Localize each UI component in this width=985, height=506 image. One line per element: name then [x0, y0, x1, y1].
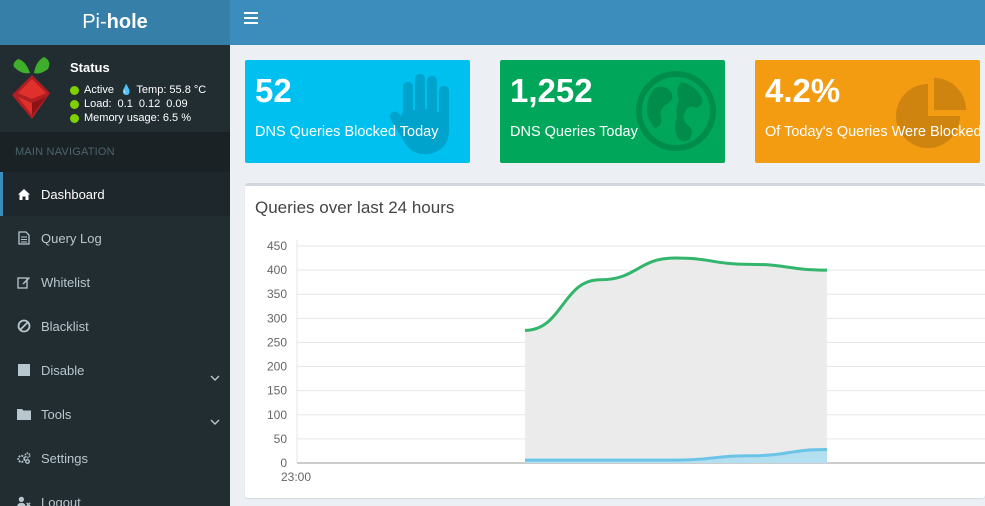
series-area-1 — [525, 258, 827, 463]
nav-item-logout[interactable]: Logout — [0, 480, 230, 506]
chevron-down-icon[interactable] — [210, 374, 220, 382]
temp-text: Temp: 55.8 °C — [136, 84, 207, 96]
queries-over-time-chart: 0 50 100 150 200 250 300 350 400 450 23:00 — [267, 239, 985, 484]
memory-indicator-icon — [70, 113, 79, 123]
blocked-count: 52 — [255, 72, 292, 109]
nav-item-label: Tools — [41, 406, 72, 422]
load-value-3: 0.09 — [166, 98, 188, 110]
nav-item-dashboard[interactable]: Dashboard — [0, 172, 230, 216]
load-value-1: 0.1 — [117, 98, 133, 110]
y-tick-label: 450 — [267, 239, 287, 253]
temp-drop-icon: 💧 — [119, 84, 133, 96]
blocked-queries-box: 52 DNS Queries Blocked Today — [245, 60, 470, 163]
gears-icon — [17, 451, 31, 465]
nav-item-label: Query Log — [41, 230, 102, 246]
chart-title: Queries over last 24 hours — [255, 198, 455, 217]
logo-bold: hole — [106, 11, 148, 33]
folder-icon — [17, 407, 31, 421]
file-icon — [17, 231, 31, 245]
chevron-down-icon[interactable] — [210, 418, 220, 426]
total-queries-count: 1,252 — [510, 72, 593, 109]
globe-icon — [636, 71, 716, 151]
pihole-logo-text[interactable]: Pi-hole — [0, 0, 230, 45]
y-tick-label: 400 — [267, 263, 287, 277]
status-panel: Status Active 💧 Temp: 55.8 °C Load: 0.1 … — [0, 45, 230, 132]
active-text: Active — [84, 84, 114, 96]
y-tick-label: 350 — [267, 287, 287, 301]
nav-item-label: Dashboard — [41, 186, 105, 202]
nav-item-label: Disable — [41, 362, 85, 378]
y-tick-label: 200 — [267, 360, 287, 374]
total-queries-box: 1,252 DNS Queries Today — [500, 60, 725, 163]
sidebar: Status Active 💧 Temp: 55.8 °C Load: 0.1 … — [0, 45, 230, 506]
raspberry-logo-icon — [12, 57, 50, 119]
nav-item-label: Blacklist — [41, 318, 89, 334]
home-icon — [17, 187, 31, 201]
nav-item-label: Settings — [41, 450, 88, 466]
main-navigation-header: MAIN NAVIGATION — [0, 132, 230, 172]
nav-item-whitelist[interactable]: Whitelist — [0, 260, 230, 304]
blocked-label: DNS Queries Blocked Today — [255, 124, 439, 140]
x-tick-label: 23:00 — [281, 470, 311, 484]
nav-item-label: Logout — [41, 494, 81, 506]
nav-item-settings[interactable]: Settings — [0, 436, 230, 480]
y-tick-label: 50 — [274, 432, 288, 446]
queries-chart-box: Queries over last 24 hours 0 50 100 150 200 2… — [245, 183, 985, 498]
status-memory-line: Memory usage: 6.5 % — [70, 112, 191, 124]
top-navbar — [230, 0, 985, 45]
status-active-line: Active 💧 Temp: 55.8 °C — [70, 84, 206, 96]
status-title: Status — [70, 60, 110, 75]
sidebar-toggle-icon[interactable] — [244, 12, 258, 26]
blocked-percentage-box: 4.2% Of Today's Queries Were Blocked — [755, 60, 980, 163]
edit-icon — [17, 275, 31, 289]
active-indicator-icon — [70, 85, 79, 95]
stop-icon — [17, 363, 31, 377]
logo-prefix: Pi- — [82, 11, 107, 33]
load-indicator-icon — [70, 99, 79, 109]
total-queries-label: DNS Queries Today — [510, 124, 638, 140]
hand-icon — [389, 74, 449, 155]
nav-item-label: Whitelist — [41, 274, 91, 290]
y-tick-label: 0 — [280, 456, 287, 470]
load-value-2: 0.12 — [138, 98, 161, 110]
ban-icon — [17, 319, 31, 333]
nav-item-query-log[interactable]: Query Log — [0, 216, 230, 260]
pie-chart-icon — [896, 78, 966, 148]
y-tick-label: 100 — [267, 408, 287, 422]
status-load-line: Load: 0.1 0.12 0.09 — [70, 98, 188, 110]
load-label: Load: — [84, 98, 112, 110]
blocked-percentage: 4.2% — [765, 72, 841, 109]
y-tick-label: 300 — [267, 311, 287, 325]
nav-item-tools[interactable]: Tools — [0, 392, 230, 436]
user-times-icon — [17, 495, 31, 506]
nav-item-disable[interactable]: Disable — [0, 348, 230, 392]
blocked-percentage-label: Of Today's Queries Were Blocked — [765, 124, 980, 140]
y-tick-label: 150 — [267, 384, 287, 398]
y-tick-label: 250 — [267, 335, 287, 349]
nav-item-blacklist[interactable]: Blacklist — [0, 304, 230, 348]
memory-text: Memory usage: 6.5 % — [84, 112, 191, 124]
